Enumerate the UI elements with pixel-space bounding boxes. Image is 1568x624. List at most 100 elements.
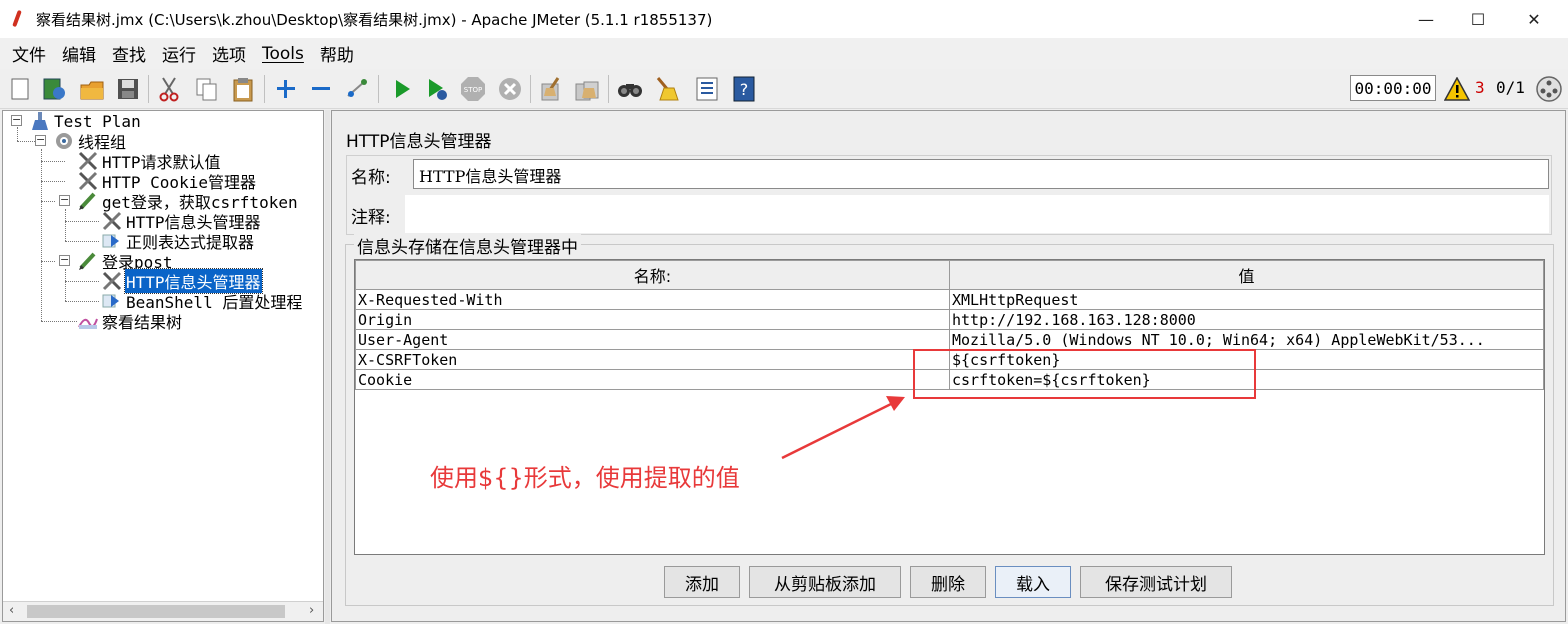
- expand-icon[interactable]: [272, 75, 300, 103]
- comment-label: 注释:: [351, 208, 391, 228]
- test-plan-tree[interactable]: − − − − Test Plan 线程组 HTTP请求默认值 HTTP Coo…: [2, 110, 324, 622]
- wrench-icon: [101, 211, 123, 231]
- function-helper-icon[interactable]: [693, 75, 721, 103]
- toggle-icon[interactable]: [343, 75, 371, 103]
- tree-item-http-defaults[interactable]: HTTP请求默认值: [77, 151, 222, 172]
- jmeter-feather-icon: [10, 9, 24, 29]
- headers-table[interactable]: 名称: 值 X-Requested-With XMLHttpRequest Or…: [354, 259, 1545, 555]
- shutdown-icon[interactable]: [496, 75, 524, 103]
- header-value-cell[interactable]: Mozilla/5.0 (Windows NT 10.0; Win64; x64…: [949, 329, 1544, 350]
- comment-field[interactable]: [405, 195, 1549, 233]
- search-icon[interactable]: [616, 75, 644, 103]
- column-header-value[interactable]: 值: [949, 260, 1544, 290]
- scroll-right-arrow-icon[interactable]: ›: [309, 603, 314, 618]
- warning-icon[interactable]: [1443, 76, 1471, 101]
- post-processor-arrow-icon: [101, 231, 123, 251]
- tree-item-header-manager-1[interactable]: HTTP信息头管理器: [101, 211, 262, 232]
- menu-tools[interactable]: Tools: [256, 44, 310, 64]
- window-title: 察看结果树.jmx (C:\Users\k.zhou\Desktop\察看结果树…: [36, 10, 713, 29]
- table-row[interactable]: User-Agent Mozilla/5.0 (Windows NT 10.0;…: [355, 329, 1544, 350]
- save-test-plan-button[interactable]: 保存测试计划: [1080, 566, 1232, 598]
- wrench-icon: [101, 271, 123, 291]
- menu-edit[interactable]: 编辑: [56, 41, 102, 66]
- tree-horizontal-scrollbar[interactable]: ‹ ›: [3, 601, 323, 621]
- menu-file[interactable]: 文件: [6, 41, 52, 66]
- tree-item-login-post[interactable]: 登录post: [77, 251, 174, 272]
- tree-item-beanshell[interactable]: BeanShell 后置处理程: [101, 291, 303, 312]
- svg-text:?: ?: [740, 80, 749, 99]
- headers-group: 信息头存储在信息头管理器中 名称: 值 X-Requested-With XML…: [345, 233, 1554, 606]
- reset-search-icon[interactable]: [652, 75, 680, 103]
- header-name-cell[interactable]: X-CSRFToken: [355, 349, 950, 370]
- column-header-name[interactable]: 名称:: [355, 260, 950, 290]
- header-name-cell[interactable]: User-Agent: [355, 329, 950, 350]
- close-button[interactable]: ✕: [1510, 0, 1558, 38]
- page-title: HTTP信息头管理器: [346, 132, 492, 152]
- flask-icon: [29, 111, 51, 131]
- menu-help[interactable]: 帮助: [314, 41, 360, 66]
- name-field[interactable]: HTTP信息头管理器: [413, 159, 1549, 189]
- delete-button[interactable]: 删除: [910, 566, 986, 598]
- clear-icon[interactable]: [537, 75, 565, 103]
- name-label: 名称:: [351, 168, 391, 188]
- collapse-thread-group-toggle[interactable]: −: [35, 134, 46, 146]
- scroll-left-arrow-icon[interactable]: ‹: [9, 603, 14, 618]
- sampler-pen-icon: [77, 251, 99, 271]
- menu-search[interactable]: 查找: [106, 41, 152, 66]
- scrollbar-thumb[interactable]: [27, 605, 285, 618]
- collapse-icon[interactable]: [307, 75, 335, 103]
- group-title: 信息头存储在信息头管理器中: [354, 233, 581, 258]
- minimize-button[interactable]: —: [1402, 0, 1450, 38]
- add-button[interactable]: 添加: [664, 566, 740, 598]
- collapse-test-plan-toggle[interactable]: −: [11, 114, 22, 126]
- header-value-cell[interactable]: XMLHttpRequest: [949, 289, 1544, 310]
- thread-count: 0/1: [1496, 78, 1525, 97]
- tree-item-cookie-manager[interactable]: HTTP Cookie管理器: [77, 171, 257, 192]
- elapsed-timer: 00:00:00: [1350, 75, 1436, 101]
- load-button[interactable]: 载入: [995, 566, 1071, 598]
- tree-item-results-tree[interactable]: 察看结果树: [77, 311, 183, 332]
- warning-count: 3: [1475, 78, 1485, 97]
- header-value-cell[interactable]: http://192.168.163.128:8000: [949, 309, 1544, 330]
- templates-icon[interactable]: [40, 75, 68, 103]
- title-bar: 察看结果树.jmx (C:\Users\k.zhou\Desktop\察看结果树…: [0, 0, 1568, 38]
- gear-icon: [53, 131, 75, 151]
- header-name-cell[interactable]: Cookie: [355, 369, 950, 390]
- collapse-login-post-toggle[interactable]: −: [59, 254, 70, 266]
- cut-icon[interactable]: [155, 75, 183, 103]
- post-processor-arrow-icon: [101, 291, 123, 311]
- start-icon[interactable]: [388, 75, 416, 103]
- panel-splitter[interactable]: [325, 110, 330, 624]
- toolbar: STOP ? 00:00:00 3 0/1: [0, 69, 1568, 109]
- annotation-note: 使用${}形式，使用提取的值: [430, 464, 740, 492]
- open-icon[interactable]: [78, 75, 106, 103]
- table-row[interactable]: X-Requested-With XMLHttpRequest: [355, 289, 1544, 310]
- start-no-pause-icon[interactable]: [423, 75, 451, 103]
- action-buttons: 添加 从剪贴板添加 删除 载入 保存测试计划: [664, 566, 1241, 598]
- collapse-get-login-toggle[interactable]: −: [59, 194, 70, 206]
- run-status-icon: [1535, 75, 1563, 103]
- copy-icon[interactable]: [193, 75, 221, 103]
- save-icon[interactable]: [114, 75, 142, 103]
- paste-icon[interactable]: [229, 75, 257, 103]
- tree-item-header-manager-2[interactable]: HTTP信息头管理器: [101, 268, 263, 294]
- header-name-cell[interactable]: X-Requested-With: [355, 289, 950, 310]
- highlight-box: [913, 349, 1256, 399]
- maximize-button[interactable]: ☐: [1454, 0, 1502, 38]
- table-row[interactable]: Origin http://192.168.163.128:8000: [355, 309, 1544, 330]
- tree-item-regex-extractor[interactable]: 正则表达式提取器: [101, 231, 255, 252]
- wrench-icon: [77, 171, 99, 191]
- tree-item-test-plan[interactable]: Test Plan: [29, 111, 142, 131]
- stop-icon[interactable]: STOP: [459, 75, 487, 103]
- clear-all-icon[interactable]: [574, 75, 602, 103]
- help-icon[interactable]: ?: [730, 75, 758, 103]
- menu-options[interactable]: 选项: [206, 41, 252, 66]
- menu-run[interactable]: 运行: [156, 41, 202, 66]
- tree-item-thread-group[interactable]: 线程组: [53, 131, 127, 152]
- header-name-cell[interactable]: Origin: [355, 309, 950, 330]
- new-icon[interactable]: [6, 75, 34, 103]
- tree-item-get-login[interactable]: get登录，获取csrftoken: [77, 191, 299, 212]
- svg-text:STOP: STOP: [464, 86, 482, 94]
- add-from-clipboard-button[interactable]: 从剪贴板添加: [749, 566, 901, 598]
- menu-bar: 文件 编辑 查找 运行 选项 Tools 帮助: [0, 38, 1568, 69]
